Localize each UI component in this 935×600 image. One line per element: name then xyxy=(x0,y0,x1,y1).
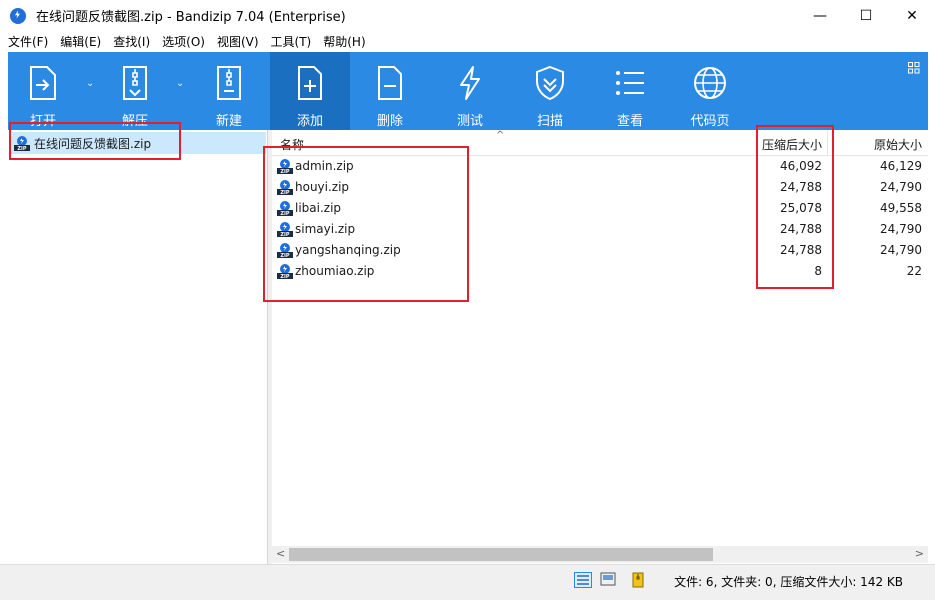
scan-button[interactable]: 扫描 xyxy=(515,52,585,130)
file-original-size: 22 xyxy=(906,264,922,278)
extract-dropdown-icon[interactable]: ⌄ xyxy=(176,78,184,89)
toolbar: 打开 ⌄ 解压 ⌄ 新建 添加 删除 测试 扫描 查看 代码页 xyxy=(8,52,928,130)
open-dropdown-icon[interactable]: ⌄ xyxy=(86,78,94,89)
menu-view[interactable]: 视图(V) xyxy=(217,33,259,50)
add-file-icon xyxy=(292,65,328,101)
column-original-size[interactable]: 原始大小 xyxy=(874,136,922,153)
extract-button[interactable]: 解压 xyxy=(100,52,170,130)
new-archive-button[interactable]: 新建 xyxy=(194,52,264,130)
lightning-icon xyxy=(452,65,488,101)
menu-help[interactable]: 帮助(H) xyxy=(323,33,365,50)
details-view-icon[interactable] xyxy=(574,572,592,588)
open-icon xyxy=(25,65,61,101)
globe-icon xyxy=(692,65,728,101)
bandizip-icon xyxy=(10,7,26,24)
close-button[interactable]: ✕ xyxy=(889,0,935,31)
extract-icon xyxy=(117,65,153,101)
minimize-button[interactable]: — xyxy=(797,0,843,31)
annotation-box-archive xyxy=(9,122,181,160)
title-bar: 在线问题反馈截图.zip - Bandizip 7.04 (Enterprise… xyxy=(0,0,935,31)
preview-view-icon[interactable] xyxy=(600,572,618,588)
annotation-box-filenames xyxy=(263,146,469,302)
add-button[interactable]: 添加 xyxy=(270,52,350,130)
menu-find[interactable]: 查找(I) xyxy=(113,33,150,50)
new-archive-icon xyxy=(211,65,247,101)
delete-file-icon xyxy=(372,65,408,101)
sort-ascending-icon: ^ xyxy=(496,130,505,141)
shield-icon xyxy=(532,65,568,101)
archive-view-icon[interactable] xyxy=(630,572,648,588)
status-bar: 文件: 6, 文件夹: 0, 压缩文件大小: 142 KB xyxy=(0,564,935,600)
folder-tree: ZIP 在线问题反馈截图.zip xyxy=(8,130,268,564)
scrollbar-thumb[interactable] xyxy=(289,548,713,561)
test-button[interactable]: 测试 xyxy=(435,52,505,130)
scroll-left-icon[interactable]: < xyxy=(276,547,285,560)
menu-file[interactable]: 文件(F) xyxy=(8,33,48,50)
menu-bar: 文件(F) 编辑(E) 查找(I) 选项(O) 视图(V) 工具(T) 帮助(H… xyxy=(0,31,935,51)
delete-button[interactable]: 删除 xyxy=(355,52,425,130)
list-icon xyxy=(612,65,648,101)
open-button[interactable]: 打开 xyxy=(8,52,78,130)
file-original-size: 24,790 xyxy=(880,243,922,257)
status-summary: 文件: 6, 文件夹: 0, 压缩文件大小: 142 KB xyxy=(674,575,903,589)
layout-grid-icon[interactable] xyxy=(908,62,920,77)
menu-tools[interactable]: 工具(T) xyxy=(271,33,312,50)
menu-edit[interactable]: 编辑(E) xyxy=(60,33,101,50)
codepage-button[interactable]: 代码页 xyxy=(675,52,745,130)
window-title: 在线问题反馈截图.zip - Bandizip 7.04 (Enterprise… xyxy=(36,10,346,25)
annotation-box-packed-size xyxy=(756,125,834,289)
file-original-size: 49,558 xyxy=(880,201,922,215)
maximize-button[interactable]: ☐ xyxy=(843,0,889,31)
menu-options[interactable]: 选项(O) xyxy=(162,33,205,50)
window-controls: — ☐ ✕ xyxy=(797,0,935,31)
file-original-size: 46,129 xyxy=(880,159,922,173)
horizontal-scrollbar[interactable]: < > xyxy=(272,546,928,563)
view-button[interactable]: 查看 xyxy=(595,52,665,130)
file-original-size: 24,790 xyxy=(880,180,922,194)
file-original-size: 24,790 xyxy=(880,222,922,236)
scroll-right-icon[interactable]: > xyxy=(915,547,924,560)
